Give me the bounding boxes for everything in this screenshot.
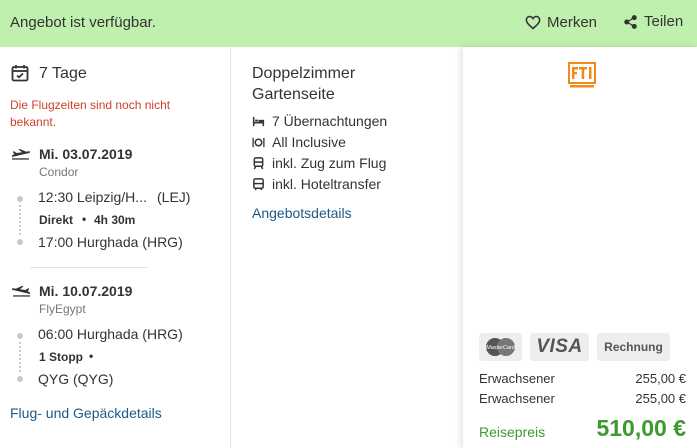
return-arrival-dot — [17, 376, 23, 382]
outbound-flight-time: 4h 30m — [94, 213, 136, 227]
merken-button[interactable]: Merken — [525, 14, 597, 31]
return-separator-dot: • — [89, 349, 94, 363]
outbound-stops: Direkt — [39, 213, 74, 227]
availability-text: Angebot ist verfügbar. — [10, 14, 156, 31]
visa-badge: VISA — [530, 333, 589, 361]
outbound-arrival: 17:00 Hurghada (HRG) — [38, 234, 183, 250]
fti-logo — [568, 62, 596, 88]
svg-text:MasterCard: MasterCard — [486, 345, 516, 351]
outbound-departure: 12:30 Leipzig/H... — [38, 189, 147, 205]
flight-warning-line1: Die Flugzeiten sind noch nicht — [10, 98, 171, 112]
outbound-arrival-dot — [17, 239, 23, 245]
outbound-departure-code: (LEJ) — [157, 189, 191, 205]
feature-nights: 7 Übernachtungen — [252, 113, 387, 129]
outbound-date: Mi. 03.07.2019 — [39, 146, 133, 162]
price-row-value: 255,00 € — [635, 391, 686, 406]
flight-divider — [30, 267, 148, 268]
feature-train: inkl. Zug zum Flug — [252, 155, 386, 171]
feature-board: All Inclusive — [252, 134, 346, 150]
cutlery-icon — [252, 137, 265, 147]
mastercard-badge: MasterCard — [479, 333, 522, 361]
visa-label: VISA — [536, 336, 583, 357]
teilen-button[interactable]: Teilen — [623, 13, 683, 30]
price-row: Erwachsener 255,00 € — [479, 391, 686, 406]
train-icon — [253, 156, 264, 169]
offer-details-link[interactable]: Angebotsdetails — [252, 205, 352, 221]
total-price: 510,00 € — [596, 415, 686, 441]
plane-departure-icon — [12, 149, 31, 160]
feature-nights-label: 7 Übernachtungen — [272, 113, 388, 129]
teilen-label: Teilen — [644, 13, 684, 30]
outbound-departure-dot — [17, 196, 23, 202]
bus-icon — [253, 177, 264, 190]
return-arrival: QYG (QYG) — [38, 371, 114, 387]
bed-icon — [252, 116, 265, 126]
flight-details-link[interactable]: Flug- und Gepäckdetails — [10, 405, 162, 421]
return-departure: 06:00 Hurghada (HRG) — [38, 326, 183, 342]
invoice-badge: Rechnung — [597, 333, 670, 361]
feature-transfer: inkl. Hoteltransfer — [252, 176, 381, 192]
price-row: Erwachsener 255,00 € — [479, 371, 686, 386]
outbound-airline: Condor — [39, 165, 79, 179]
share-icon — [624, 14, 637, 29]
price-row-label: Erwachsener — [479, 371, 555, 386]
availability-banner: Angebot ist verfügbar. Merken Teilen — [0, 0, 697, 47]
price-row-label: Erwachsener — [479, 391, 555, 406]
total-price-label: Reisepreis — [479, 424, 546, 440]
room-title-line2: Gartenseite — [252, 86, 335, 103]
return-route-line — [19, 342, 21, 372]
return-airline: FlyEgypt — [39, 302, 86, 316]
feature-train-label: inkl. Zug zum Flug — [272, 155, 387, 171]
outbound-route-line — [19, 205, 21, 235]
calendar-icon — [11, 65, 29, 82]
column-divider — [230, 47, 231, 448]
outbound-separator-dot: • — [82, 212, 87, 226]
mastercard-icon: MasterCard — [486, 338, 516, 356]
return-date: Mi. 10.07.2019 — [39, 283, 133, 299]
return-stops: 1 Stopp — [39, 350, 83, 364]
feature-transfer-label: inkl. Hoteltransfer — [272, 176, 381, 192]
room-title-line1: Doppelzimmer — [252, 65, 356, 82]
heart-icon — [525, 15, 541, 30]
price-row-value: 255,00 € — [635, 371, 686, 386]
plane-return-icon — [11, 286, 30, 297]
flight-warning-line2: bekannt. — [10, 115, 57, 129]
invoice-label: Rechnung — [604, 340, 663, 354]
merken-label: Merken — [547, 14, 598, 31]
feature-board-label: All Inclusive — [272, 134, 346, 150]
trip-duration: 7 Tage — [39, 65, 87, 82]
return-departure-dot — [17, 333, 23, 339]
pricing-panel — [463, 47, 697, 448]
